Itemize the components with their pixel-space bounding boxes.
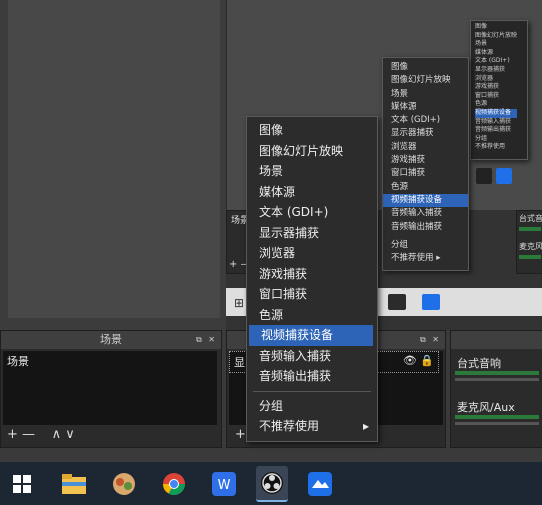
feishu-icon[interactable]	[304, 468, 336, 500]
tiny-menu-items: 图像 图像幻灯片放映 场景 媒体源 文本 (GDI+) 显示器捕获 浏览器 游戏捕获 窗口捕获色…	[475, 23, 518, 151]
source-item-label: 显	[234, 356, 245, 369]
mixer-meter	[455, 415, 539, 419]
dock-float-close-icon[interactable]: ⧉ ✕	[196, 331, 217, 349]
preview-canvas	[8, 0, 220, 318]
menu-item-color-source[interactable]: 色源	[247, 305, 377, 326]
scenes-dock: 场景 ⧉ ✕ 场景 + — ∧ ∨	[0, 330, 222, 448]
mid-context-menu: 图像 图像幻灯片放映 场景 媒体源 文本 (GDI+) 显示器捕获 浏览器 游戏捕获 窗口捕…	[382, 57, 469, 271]
chrome-icon[interactable]	[158, 468, 190, 500]
context-menu-items: 图像 图像幻灯片放映 场景 媒体源 文本 (GDI+) 显示器捕获 浏览器 游戏…	[247, 120, 377, 437]
menu-item-display-capture[interactable]: 显示器捕获	[247, 223, 377, 244]
menu-item-slideshow[interactable]: 图像幻灯片放映	[247, 141, 377, 162]
menu-item-video-capture-device[interactable]: 视频捕获设备	[249, 325, 373, 346]
menu-item-deprecated-label: 不推荐使用	[259, 419, 320, 433]
menu-item-window-capture[interactable]: 窗口捕获	[247, 284, 377, 305]
tiny-context-menu: 图像 图像幻灯片放映 场景 媒体源 文本 (GDI+) 显示器捕获 浏览器 游戏捕获 窗口捕获色…	[470, 20, 528, 160]
add-scene-button[interactable]: +	[7, 427, 18, 442]
mixer-track-label: 麦克风/Aux	[457, 401, 515, 414]
photos-app-icon[interactable]	[108, 468, 140, 500]
visibility-lock-icon[interactable]: 👁 🔒	[403, 354, 434, 367]
windows-start-icon[interactable]	[6, 468, 38, 500]
file-explorer-icon[interactable]	[58, 468, 90, 500]
remove-scene-button[interactable]: —	[22, 427, 35, 442]
menu-item-audio-output[interactable]: 音频输出捕获	[247, 366, 377, 387]
move-down-button[interactable]: ∨	[65, 427, 75, 442]
mixer-volume-slider[interactable]	[455, 422, 539, 425]
nested-meter	[519, 227, 541, 231]
move-up-button[interactable]: ∧	[52, 427, 62, 442]
menu-item-game-capture[interactable]: 游戏捕获	[247, 264, 377, 285]
dock-float-close-icon[interactable]: ⧉ ✕	[420, 331, 441, 349]
menu-item-text[interactable]: 文本 (GDI+)	[247, 202, 377, 223]
menu-item-scene[interactable]: 场景	[247, 161, 377, 182]
wps-icon[interactable]: W	[208, 468, 240, 500]
nested-mixer-dock: 台式音响 麦克风/	[516, 210, 542, 274]
nested-obs-icon	[388, 294, 406, 310]
menu-item-audio-input[interactable]: 音频输入捕获	[247, 346, 377, 367]
tiny-obs-icon	[476, 168, 492, 184]
menu-item-browser[interactable]: 浏览器	[247, 243, 377, 264]
menu-item-deprecated[interactable]: 不推荐使用 ▸	[247, 416, 377, 437]
tiny-feishu-icon	[496, 168, 512, 184]
menu-item-image[interactable]: 图像	[247, 120, 377, 141]
scenes-list[interactable]: 场景	[3, 351, 217, 425]
mixer-dock: 台式音响 麦克风/Aux	[450, 330, 542, 448]
nested-windows-icon: ⊞	[234, 296, 245, 310]
mid-menu-items: 图像 图像幻灯片放映 场景 媒体源 文本 (GDI+) 显示器捕获 浏览器 游戏捕获 窗口捕…	[383, 61, 468, 265]
obs-taskbar-icon[interactable]	[256, 466, 288, 502]
scene-item[interactable]: 场景	[3, 351, 217, 371]
nested-mixer-track: 麦克风/	[519, 242, 542, 251]
mixer-volume-slider[interactable]	[455, 378, 539, 381]
windows-taskbar: W	[0, 462, 542, 505]
submenu-arrow-icon: ▸	[362, 419, 369, 433]
mixer-dock-title	[451, 331, 542, 349]
scenes-toolbar: + — ∧ ∨	[3, 427, 79, 442]
menu-separator	[253, 390, 371, 392]
menu-item-media[interactable]: 媒体源	[247, 182, 377, 203]
menu-item-group[interactable]: 分组	[247, 396, 377, 417]
nested-feishu-icon	[422, 294, 440, 310]
mixer-meter	[455, 371, 539, 375]
add-source-context-menu: 图像 图像幻灯片放映 场景 媒体源 文本 (GDI+) 显示器捕获 浏览器 游戏…	[246, 116, 378, 442]
add-source-button[interactable]: +	[235, 427, 246, 442]
tiny-taskbar-icons	[476, 168, 516, 184]
scenes-dock-title: 场景 ⧉ ✕	[1, 331, 221, 349]
mixer-track-label: 台式音响	[457, 357, 501, 370]
svg-text:W: W	[218, 478, 231, 493]
nested-meter	[519, 255, 541, 259]
scenes-dock-title-text: 场景	[100, 333, 122, 346]
nested-mixer-track: 台式音响	[519, 214, 542, 223]
